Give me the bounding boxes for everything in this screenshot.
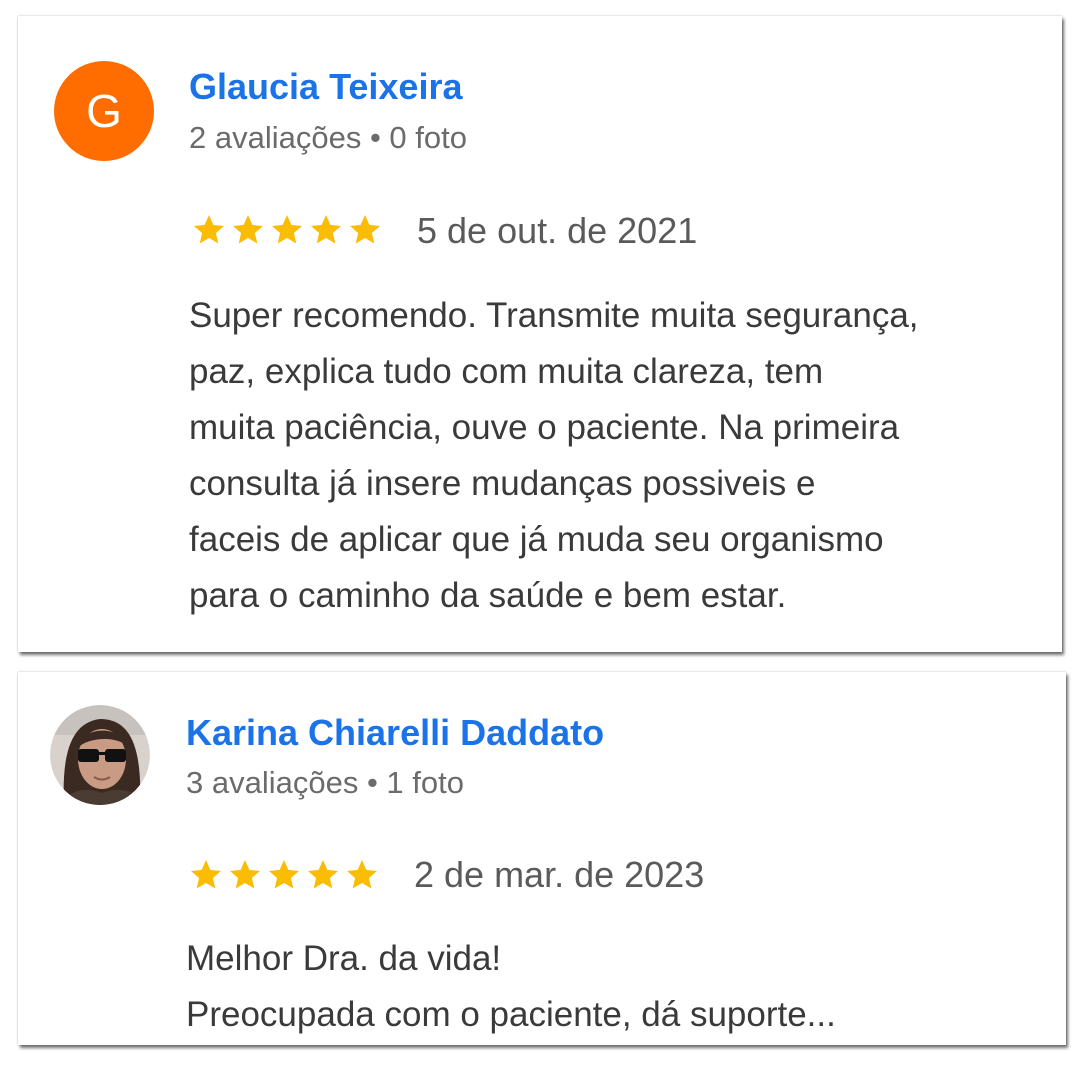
star-icon bbox=[191, 860, 221, 889]
star-icon bbox=[269, 860, 299, 889]
star-icon bbox=[230, 860, 260, 889]
reviewer-name[interactable]: Karina Chiarelli Daddato bbox=[186, 712, 604, 754]
star-icon bbox=[347, 860, 377, 889]
star-icon bbox=[194, 215, 224, 244]
reviewer-stats: 2 avaliações • 0 foto bbox=[189, 120, 467, 155]
star-icon bbox=[272, 215, 302, 244]
star-icon bbox=[233, 215, 263, 244]
avatar[interactable]: G bbox=[54, 61, 154, 161]
reviewer-stats: 3 avaliações • 1 foto bbox=[186, 765, 464, 800]
star-icon bbox=[308, 860, 338, 889]
review-text: Super recomendo. Transmite muita seguran… bbox=[189, 296, 919, 615]
avatar[interactable] bbox=[50, 705, 150, 805]
review-date: 5 de out. de 2021 bbox=[417, 210, 698, 251]
reviewer-name[interactable]: Glaucia Teixeira bbox=[189, 66, 462, 108]
review-card: G Glaucia Teixeira 2 avaliações • 0 foto… bbox=[18, 16, 1062, 652]
star-rating bbox=[188, 857, 380, 893]
star-rating bbox=[191, 212, 383, 248]
user-photo-icon bbox=[50, 705, 150, 805]
review-text: Melhor Dra. da vida! Preocupada com o pa… bbox=[186, 939, 836, 1034]
review-date: 2 de mar. de 2023 bbox=[414, 854, 705, 895]
review-card: Karina Chiarelli Daddato 3 avaliações • … bbox=[18, 672, 1066, 1045]
star-icon bbox=[311, 215, 341, 244]
star-icon bbox=[350, 215, 380, 244]
